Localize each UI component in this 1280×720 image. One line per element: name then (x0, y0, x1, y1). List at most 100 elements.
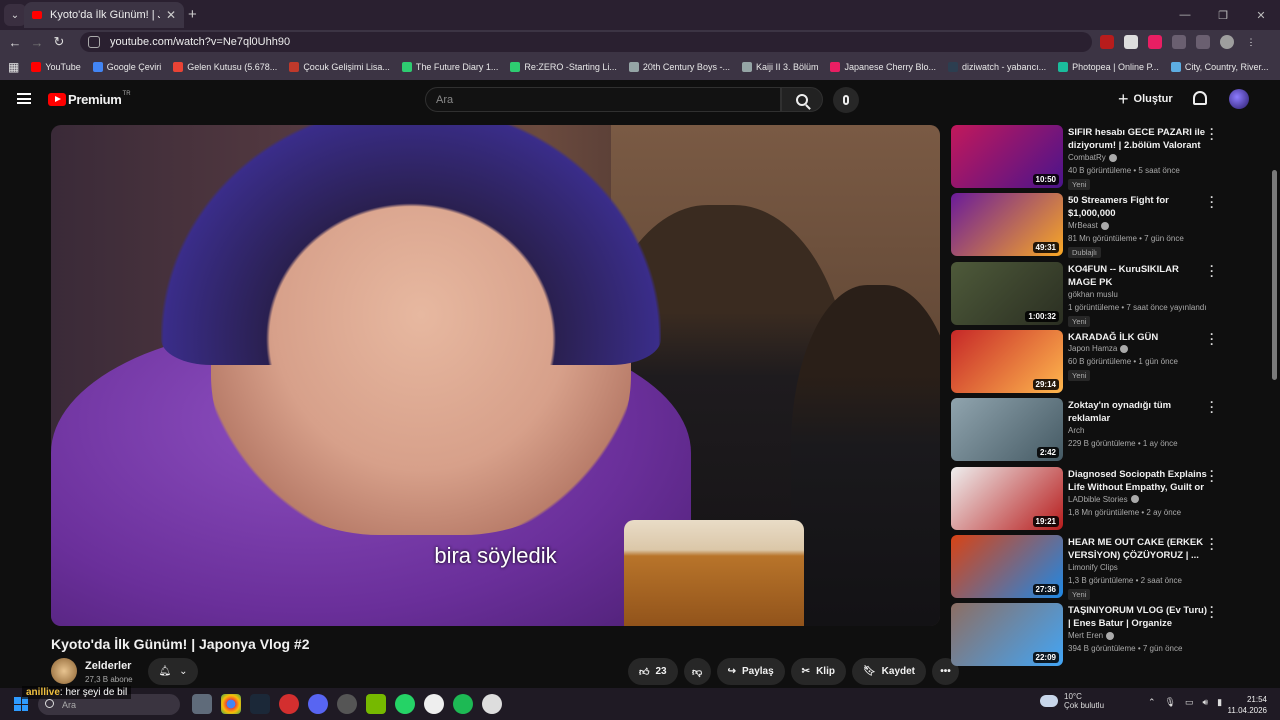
minimize-icon[interactable]: — (1166, 0, 1204, 30)
more-vertical-icon[interactable]: · · · (1210, 396, 1214, 418)
bookmark-item[interactable]: Kaiji II 3. Bölüm (741, 62, 818, 72)
chevron-up-icon[interactable]: ⌃ (1148, 697, 1156, 708)
channel-name[interactable]: gökhan muslu (1068, 290, 1118, 299)
video-title[interactable]: 50 Streamers Fight for $1,000,000 (1068, 194, 1208, 220)
site-info-icon[interactable] (88, 36, 100, 48)
bookmark-item[interactable]: Gelen Kutusu (5.678... (173, 62, 277, 72)
channel-name[interactable]: Mert Eren (1068, 631, 1115, 640)
account-avatar[interactable] (1229, 89, 1249, 109)
video-thumbnail[interactable]: 27:36 (951, 534, 1063, 598)
bookmark-item[interactable]: City, Country, River... (1170, 62, 1269, 72)
video-thumbnail[interactable]: 10:50 (951, 125, 1063, 188)
taskbar-clock[interactable]: 21:54 11.04.2026 (1225, 694, 1267, 716)
channel-name[interactable]: Japon Hamza (1068, 344, 1129, 353)
create-button[interactable]: + Oluştur (1118, 89, 1173, 109)
reading-list-icon[interactable] (1196, 35, 1210, 49)
recommended-video[interactable]: 19:21 Diagnosed Sociopath Explains Life W… (951, 465, 1221, 531)
extension-icon-white[interactable] (1124, 35, 1138, 49)
channel-name[interactable]: LADbible Stories (1068, 495, 1139, 504)
recommended-video[interactable]: 2:42 Zoktay'ın oynadığı tüm reklamlar Arch… (951, 396, 1221, 462)
save-button[interactable]: 🔖︎ Kaydet (851, 658, 927, 685)
bookmark-item[interactable]: Google Çeviri (92, 62, 161, 72)
like-button[interactable]: 👍︎ 23 (628, 658, 678, 685)
subscription-bell-button[interactable]: 🔔︎ ⌄ (148, 658, 198, 685)
more-vertical-icon[interactable]: · · · (1210, 260, 1214, 282)
bookmark-item[interactable]: The Future Diary 1... (401, 62, 498, 72)
video-thumbnail[interactable]: 29:14 (951, 329, 1063, 393)
bookmark-item[interactable]: Japanese Cherry Blo... (830, 62, 936, 72)
clip-button[interactable]: ✂ Klip (790, 658, 846, 685)
search-button[interactable] (781, 87, 823, 112)
reload-icon[interactable]: ↻ (48, 34, 70, 50)
address-bar[interactable]: youtube.com/watch?v=Ne7ql0Uhh90 (80, 32, 1092, 52)
video-title[interactable]: SIFIR hesabı GECE PAZARI ile diziyorum! … (1068, 126, 1208, 152)
bookmark-item[interactable]: Photopea | Online P... (1058, 62, 1159, 72)
recommended-video[interactable]: 1:00:32 KO4FUN -- KuruSIKILAR MAGE PK gökh… (951, 260, 1221, 327)
app-panda-icon[interactable] (424, 694, 444, 714)
bookmark-item[interactable]: Çocuk Gelişimi Lisa... (289, 62, 390, 72)
more-vertical-icon[interactable]: · · · (1210, 191, 1214, 213)
whatsapp-icon[interactable] (395, 694, 415, 714)
youtube-premium-logo[interactable]: Premium TR (48, 91, 131, 107)
bookmark-item[interactable]: diziwatch - yabancı... (948, 62, 1046, 72)
share-button[interactable]: ↪ Paylaş (716, 658, 785, 685)
profile-avatar-icon[interactable] (1220, 35, 1234, 49)
video-thumbnail[interactable]: 1:00:32 (951, 261, 1063, 325)
extensions-puzzle-icon[interactable] (1172, 35, 1186, 49)
video-title[interactable]: Diagnosed Sociopath Explains Life Withou… (1068, 468, 1208, 495)
channel-name[interactable]: MrBeast (1068, 221, 1109, 230)
recommended-video[interactable]: 27:36 HEAR ME OUT CAKE (ERKEK VERSİYON) Ç… (951, 533, 1221, 600)
video-title[interactable]: HEAR ME OUT CAKE (ERKEK VERSİYON) ÇÖZÜYO… (1068, 536, 1208, 562)
more-vertical-icon[interactable]: · · · (1210, 123, 1214, 145)
voice-search-button[interactable] (833, 87, 859, 113)
close-window-icon[interactable]: ✕ (1242, 0, 1280, 30)
more-vertical-icon[interactable]: · · · (1210, 601, 1214, 623)
channel-name[interactable]: Arch (1068, 426, 1084, 435)
more-vertical-icon[interactable]: · · · (1210, 533, 1214, 555)
apps-grid-icon[interactable]: ▦ (8, 60, 19, 74)
page-scrollbar[interactable] (1272, 170, 1277, 380)
menu-hamburger-icon[interactable] (17, 93, 31, 104)
video-player[interactable]: bira söyledik (51, 125, 940, 626)
chrome-icon[interactable] (221, 694, 241, 714)
channel-avatar[interactable] (51, 658, 77, 684)
nvidia-icon[interactable] (366, 694, 386, 714)
notifications-bell-icon[interactable] (1193, 91, 1207, 105)
discord-icon[interactable] (308, 694, 328, 714)
new-tab-button[interactable]: + (188, 6, 197, 23)
more-vertical-icon[interactable]: · · · (1210, 465, 1214, 487)
bookmark-item[interactable]: 20th Century Boys -... (628, 62, 730, 72)
video-thumbnail[interactable]: 22:09 (951, 603, 1063, 667)
back-icon[interactable]: ← (4, 35, 26, 50)
video-thumbnail[interactable]: 49:31 (951, 193, 1063, 257)
spotify-icon[interactable] (453, 694, 473, 714)
channel-name[interactable]: CombatRy (1068, 153, 1117, 162)
video-title[interactable]: KARADAĞ İLK GÜN (1068, 331, 1208, 344)
bookmark-item[interactable]: YouTube (31, 62, 81, 72)
close-tab-icon[interactable]: ✕ (166, 8, 176, 22)
recommended-video[interactable]: 29:14 KARADAĞ İLK GÜN Japon Hamza 60 B görü… (951, 328, 1221, 394)
restore-icon[interactable]: ❐ (1204, 0, 1242, 30)
menu-kebab-icon[interactable]: ⋮ (1244, 35, 1258, 49)
recommended-video[interactable]: 22:09 TAŞINIYORUM VLOG (Ev Turu) | Enes B… (951, 601, 1221, 667)
dislike-button[interactable]: 👎︎ (683, 658, 711, 685)
video-title[interactable]: KO4FUN -- KuruSIKILAR MAGE PK (1068, 263, 1208, 289)
channel-name[interactable]: Limonify Clips (1068, 563, 1118, 572)
bookmark-item[interactable]: Re:ZERO -Starting Li... (510, 62, 617, 72)
recommended-video[interactable]: 49:31 50 Streamers Fight for $1,000,000 Mr… (951, 191, 1221, 259)
video-title[interactable]: TAŞINIYORUM VLOG (Ev Turu) | Enes Batur … (1068, 604, 1208, 630)
obs-icon[interactable] (337, 694, 357, 714)
windows-start-icon[interactable] (14, 697, 28, 711)
network-icon[interactable]: ▭ (1185, 697, 1194, 708)
weather-widget[interactable]: 10°C Çok bulutlu (1040, 692, 1104, 710)
steam-icon[interactable] (250, 694, 270, 714)
video-thumbnail[interactable]: 19:21 (951, 466, 1063, 530)
browser-tab-active[interactable]: Kyoto'da İlk Günüm! | Japonya ✕ (24, 2, 184, 28)
app-red-icon[interactable] (279, 694, 299, 714)
microphone-tray-icon[interactable]: 🎙︎ (1165, 697, 1176, 708)
forward-icon[interactable]: → (26, 35, 48, 50)
video-title[interactable]: Zoktay'ın oynadığı tüm reklamlar (1068, 399, 1208, 425)
tab-search-button[interactable]: ⌄ (4, 4, 26, 26)
chatgpt-icon[interactable] (482, 694, 502, 714)
video-thumbnail[interactable]: 2:42 (951, 398, 1063, 462)
